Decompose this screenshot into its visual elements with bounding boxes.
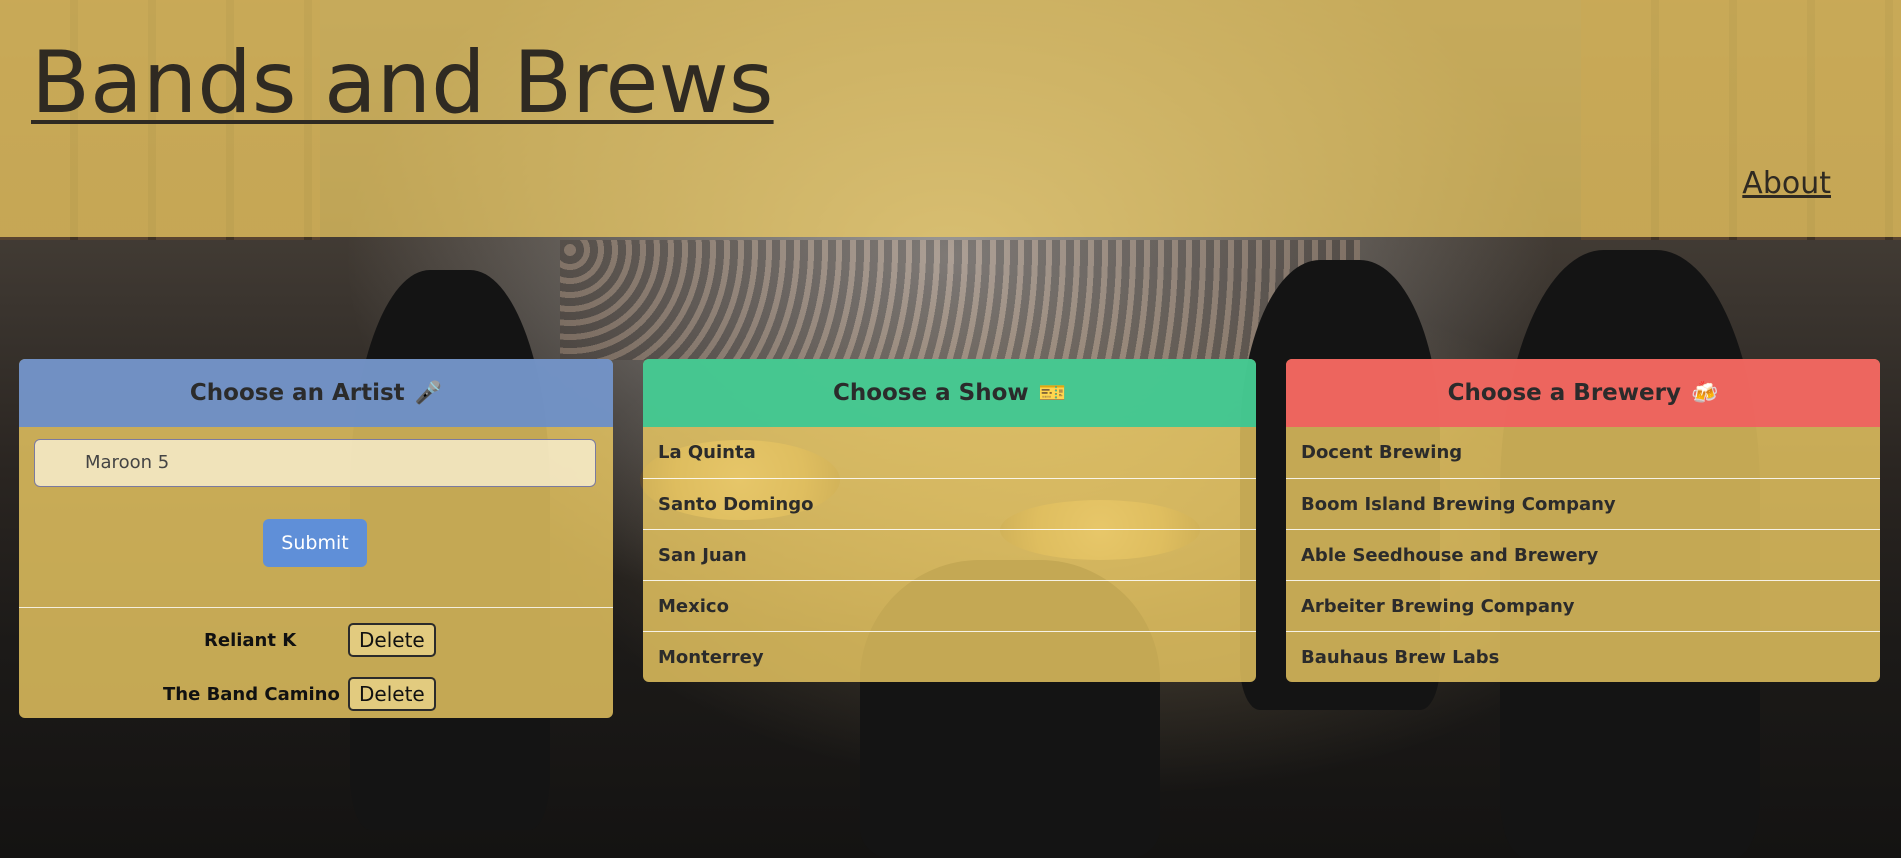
artist-divider — [19, 607, 613, 608]
artist-name: Reliant K — [204, 629, 297, 651]
beer-mugs-icon: 🍻 — [1690, 380, 1719, 406]
show-list-item[interactable]: San Juan — [643, 529, 1256, 580]
brewery-list-item[interactable]: Docent Brewing — [1286, 427, 1880, 478]
brewery-card-header: Choose a Brewery 🍻 — [1286, 359, 1880, 427]
site-header: Bands and Brews About — [0, 0, 1901, 237]
ticket-icon: 🎫 — [1038, 380, 1067, 406]
artist-card-title: Choose an Artist — [189, 380, 405, 406]
brewery-list: Docent Brewing Boom Island Brewing Compa… — [1286, 427, 1880, 682]
brewery-list-item[interactable]: Boom Island Brewing Company — [1286, 478, 1880, 529]
brewery-list-item[interactable]: Able Seedhouse and Brewery — [1286, 529, 1880, 580]
show-card: Choose a Show 🎫 La Quinta Santo Domingo … — [643, 359, 1256, 682]
show-list-item[interactable]: Monterrey — [643, 631, 1256, 682]
background-crowd — [560, 240, 1360, 360]
artist-list-item: Reliant K Delete — [204, 623, 436, 657]
show-card-title: Choose a Show — [832, 380, 1029, 406]
delete-artist-button[interactable]: Delete — [348, 623, 436, 657]
show-list: La Quinta Santo Domingo San Juan Mexico … — [643, 427, 1256, 682]
artist-name: The Band Camino — [163, 683, 340, 705]
show-list-item[interactable]: La Quinta — [643, 427, 1256, 478]
show-card-header: Choose a Show 🎫 — [643, 359, 1256, 427]
site-title[interactable]: Bands and Brews — [31, 28, 774, 138]
artist-card: Choose an Artist 🎤 Maroon 5 Submit Relia… — [19, 359, 613, 718]
artist-list-item: The Band Camino Delete — [163, 677, 436, 711]
page: Bands and Brews About Choose an Artist 🎤… — [0, 0, 1901, 858]
about-link[interactable]: About — [1742, 166, 1831, 201]
show-list-item[interactable]: Mexico — [643, 580, 1256, 631]
brewery-card-title: Choose a Brewery — [1447, 380, 1681, 406]
artist-search-input[interactable]: Maroon 5 — [34, 439, 596, 487]
artist-card-header: Choose an Artist 🎤 — [19, 359, 613, 427]
brewery-list-item[interactable]: Arbeiter Brewing Company — [1286, 580, 1880, 631]
brewery-list-item[interactable]: Bauhaus Brew Labs — [1286, 631, 1880, 682]
show-list-item[interactable]: Santo Domingo — [643, 478, 1256, 529]
brewery-card: Choose a Brewery 🍻 Docent Brewing Boom I… — [1286, 359, 1880, 682]
delete-artist-button[interactable]: Delete — [348, 677, 436, 711]
submit-button[interactable]: Submit — [263, 519, 367, 567]
microphone-icon: 🎤 — [414, 380, 443, 406]
